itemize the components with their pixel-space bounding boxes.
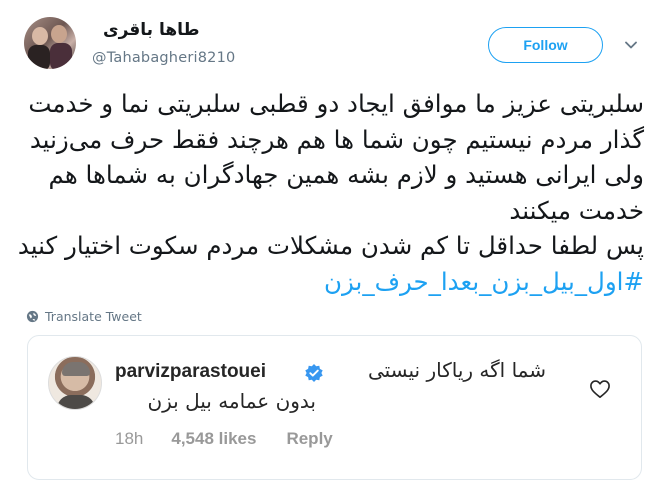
comment-username[interactable]: parvizparastouei (115, 361, 266, 383)
tweet-text-line: پس لطفا حداقل تا کم شدن مشکلات مردم سکوت… (17, 231, 644, 260)
comment-avatar[interactable] (48, 356, 102, 410)
comment-likes[interactable]: 4,548 likes (171, 429, 256, 449)
heart-icon[interactable] (589, 379, 611, 399)
translate-label[interactable]: Translate Tweet (45, 309, 142, 324)
verified-icon (305, 364, 323, 382)
screen-name[interactable]: @Tahabagheri8210 (92, 50, 235, 66)
tweet-text-line: خدمت میکنند (509, 195, 644, 225)
tweet-text-line: گذار مردم نیستیم چون شما ها هم هرچند فقط… (29, 124, 644, 154)
follow-button[interactable]: Follow (488, 27, 603, 63)
globe-icon (26, 310, 39, 323)
tweet-text-line: ولی ایرانی هستید و لازم بشه همین جهادگرا… (48, 160, 644, 189)
embedded-comment-card: parvizparastouei شما اگه ریاکار نیستی بد… (27, 335, 642, 480)
tweet-header: طاها باقری @Tahabagheri8210 Follow (0, 0, 670, 80)
hashtag-link[interactable]: #اول_بیل_بزن_بعدا_حرف_بزن (22, 264, 644, 300)
translate-tweet-link[interactable]: Translate Tweet (26, 309, 142, 324)
reply-button[interactable]: Reply (286, 429, 332, 449)
tweet-text: سلبریتی عزیز ما موافق ایجاد دو قطبی سلبر… (17, 86, 644, 300)
comment-text: شما اگه ریاکار نیستی (367, 358, 546, 382)
comment-meta: 18h 4,548 likes Reply (115, 429, 333, 449)
comment-time: 18h (115, 429, 144, 448)
comment-text: بدون عمامه بیل بزن (147, 389, 316, 413)
display-name[interactable]: طاها باقری (103, 20, 200, 40)
avatar[interactable] (24, 17, 76, 69)
tweet-text-line: سلبریتی عزیز ما موافق ایجاد دو قطبی سلبر… (28, 89, 644, 118)
chevron-down-icon[interactable] (624, 38, 638, 52)
